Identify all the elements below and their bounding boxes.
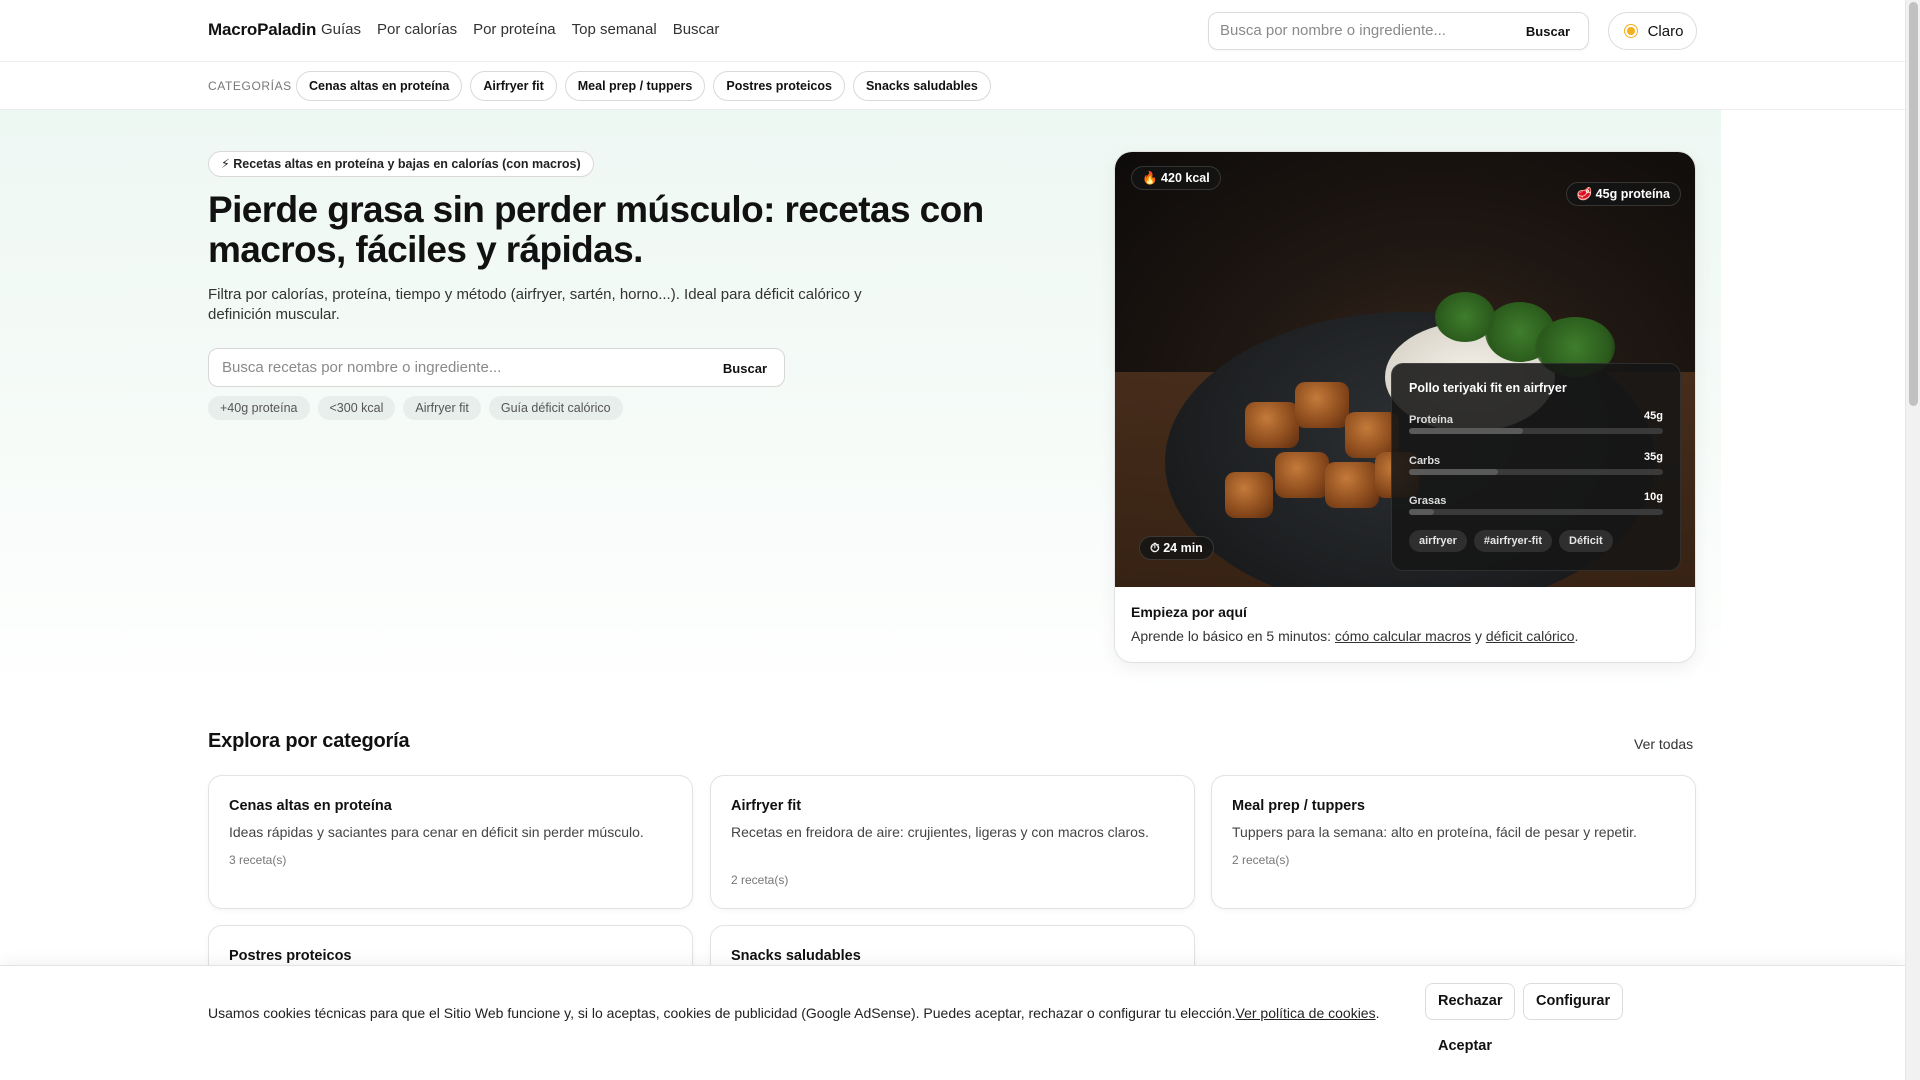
recipe-title: Pollo teriyaki fit en airfryer: [1409, 381, 1567, 395]
recipe-tag[interactable]: #airfryer-fit: [1473, 530, 1552, 552]
hero-search: Busca r: [208, 348, 785, 387]
featured-recipe-card[interactable]: 🔥 420 kcal 🥩 45g proteína ⏱ 24 min Pollo…: [1114, 151, 1696, 663]
see-all-link[interactable]: Ver todas: [1634, 736, 1693, 752]
header-search-button[interactable]: Buscar: [1526, 24, 1570, 39]
page-scrollbar[interactable]: [1905, 0, 1920, 1080]
category-chips: Cenas altas en proteína Airfryer fit Mea…: [296, 71, 991, 101]
top-navbar: MacroPaladin Guías Por calorías Por prot…: [0, 0, 1905, 62]
category-card-airfryer[interactable]: Airfryer fit Recetas en freidora de aire…: [710, 775, 1195, 909]
macro-row-fats: Grasas 10g: [1409, 491, 1663, 515]
header-search: Buscar: [1208, 12, 1589, 50]
start-here-title: Empieza por aquí: [1131, 604, 1247, 620]
time-badge: ⏱ 24 min: [1139, 536, 1214, 560]
category-card-mealprep[interactable]: Meal prep / tuppers Tuppers para la sema…: [1211, 775, 1696, 909]
cookie-accept-button[interactable]: Aceptar: [1425, 1028, 1505, 1065]
start-here-text: Aprende lo básico en 5 minutos: cómo cal…: [1131, 628, 1579, 644]
hero-subtitle: Filtra por calorías, proteína, tiempo y …: [208, 286, 862, 323]
kcal-badge: 🔥 420 kcal: [1131, 166, 1221, 190]
cookie-text: Usamos cookies técnicas para que el Siti…: [208, 1005, 1380, 1021]
macro-row-protein: Proteína 45g: [1409, 410, 1663, 434]
category-card-cenas[interactable]: Cenas altas en proteína Ideas rápidas y …: [208, 775, 693, 909]
nav-buscar[interactable]: Buscar: [673, 21, 720, 38]
main-nav: Guías Por calorías Por proteína Top sema…: [321, 21, 719, 38]
hero-badge: ⚡ Recetas altas en proteína y bajas en c…: [208, 151, 594, 177]
explore-title: Explora por categoría: [208, 730, 410, 752]
hero-search-input[interactable]: [222, 359, 682, 376]
recipe-tag[interactable]: airfryer: [1409, 530, 1467, 552]
scrollbar-thumb[interactable]: [1909, 2, 1918, 406]
link-calcular-macros[interactable]: cómo calcular macros: [1335, 628, 1471, 644]
theme-toggle-button[interactable]: Claro: [1608, 12, 1697, 50]
hero-search-button[interactable]: Buscar: [723, 361, 767, 376]
categories-bar: CATEGORÍAS Cenas altas en proteína Airfr…: [0, 62, 1905, 110]
header-search-input[interactable]: [1220, 22, 1510, 39]
recipe-tags: airfryer #airfryer-fit Déficit: [1409, 530, 1613, 552]
nav-por-calorias[interactable]: Por calorías: [377, 21, 457, 38]
nav-guias[interactable]: Guías: [321, 21, 361, 38]
cookie-configure-button[interactable]: Configurar: [1523, 983, 1624, 1020]
quick-filter-airfryer[interactable]: Airfryer fit: [403, 396, 481, 420]
quick-filter-protein[interactable]: +40g proteína: [208, 396, 310, 420]
theme-label: Claro: [1647, 22, 1684, 40]
categories-label: CATEGORÍAS: [208, 79, 292, 93]
protein-badge: 🥩 45g proteína: [1565, 182, 1681, 206]
link-deficit-calorico[interactable]: déficit calórico: [1486, 628, 1575, 644]
category-chip-postres[interactable]: Postres proteicos: [713, 71, 845, 101]
category-chip-cenas[interactable]: Cenas altas en proteína: [296, 71, 463, 101]
quick-filter-kcal[interactable]: <300 kcal: [317, 396, 396, 420]
cookie-policy-link[interactable]: Ver política de cookies: [1236, 1005, 1376, 1021]
category-chip-airfryer[interactable]: Airfryer fit: [470, 71, 557, 101]
recipe-photo: 🔥 420 kcal 🥩 45g proteína ⏱ 24 min Pollo…: [1115, 152, 1695, 587]
macro-row-carbs: Carbs 35g: [1409, 451, 1663, 475]
category-chip-snacks[interactable]: Snacks saludables: [852, 71, 991, 101]
sun-icon: [1622, 22, 1640, 40]
category-chip-mealprep[interactable]: Meal prep / tuppers: [564, 71, 706, 101]
nav-top-semanal[interactable]: Top semanal: [572, 21, 657, 38]
macro-panel: Pollo teriyaki fit en airfryer Proteína …: [1391, 363, 1681, 571]
nav-por-proteina[interactable]: Por proteína: [473, 21, 556, 38]
cookie-reject-button[interactable]: Rechazar: [1425, 983, 1516, 1020]
cookie-banner: Usamos cookies técnicas para que el Siti…: [0, 965, 1905, 1080]
quick-filter-guia[interactable]: Guía déficit calórico: [488, 396, 623, 420]
brand-logo[interactable]: MacroPaladin: [208, 20, 316, 40]
recipe-tag[interactable]: Déficit: [1559, 530, 1613, 552]
hero-headline: Pierde grasa sin perder músculo: recetas…: [208, 189, 984, 270]
quick-filters: +40g proteína <300 kcal Airfryer fit Guí…: [208, 396, 623, 420]
